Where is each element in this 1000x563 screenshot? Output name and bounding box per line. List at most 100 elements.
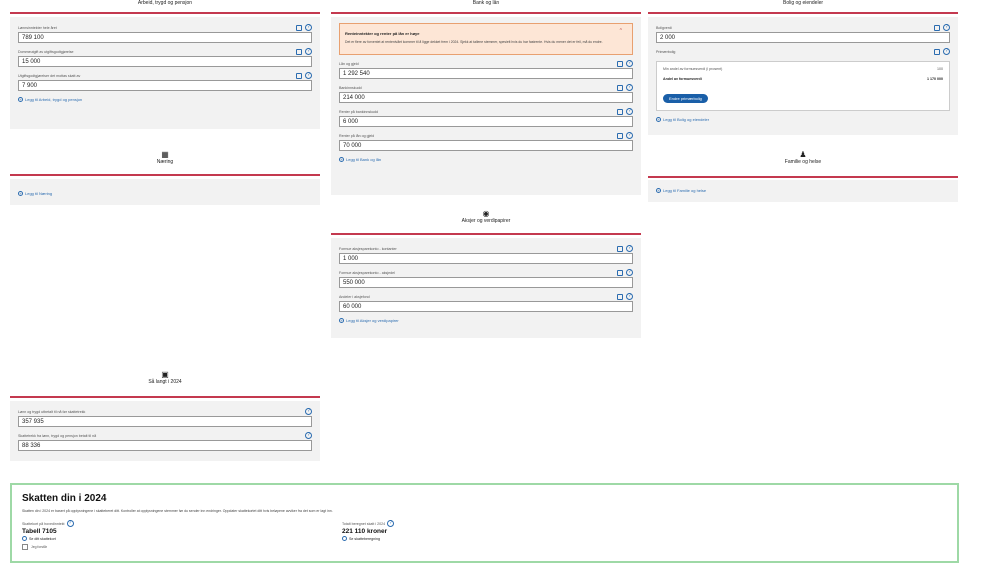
help-icon[interactable]: ?: [66, 520, 74, 527]
trash-icon[interactable]: [617, 108, 623, 115]
help-icon[interactable]: ?: [626, 293, 633, 300]
endre-primaerbolig-button[interactable]: Endre primærbolig: [663, 94, 708, 103]
help-icon[interactable]: ?: [387, 520, 395, 527]
bank-title: Bank og lån: [472, 0, 500, 6]
help-icon[interactable]: ?: [943, 48, 950, 55]
naering-panel: + Legg til Næring: [10, 179, 320, 205]
checkbox-label: Jeg forstår: [31, 545, 48, 549]
trash-icon[interactable]: [617, 269, 623, 276]
plus-icon: +: [656, 116, 661, 122]
help-icon[interactable]: ?: [626, 269, 633, 276]
arbeid-panel: Lønnsinntekter hele året ? 789 100 Domme…: [10, 17, 320, 129]
bank-section: Bank og lån Renteinntekter og renter på …: [331, 0, 641, 338]
se-skattekort-link[interactable]: Se ditt skattekort: [22, 536, 342, 541]
beregnet-value: 221 110 kroner: [342, 528, 388, 535]
ask-aksjedel-input[interactable]: 550 000: [339, 277, 633, 288]
aksjefond-input[interactable]: 60 000: [339, 301, 633, 312]
help-icon[interactable]: ?: [305, 432, 312, 439]
utgift-input[interactable]: 15 000: [18, 56, 312, 67]
help-icon[interactable]: ?: [626, 245, 633, 252]
help-icon[interactable]: ?: [626, 60, 633, 67]
bankinnskudd-input[interactable]: 214 000: [339, 92, 633, 103]
section-divider: [10, 12, 320, 14]
add-aksjer-link[interactable]: + Legg til Aksjer og verdipapirer: [339, 316, 633, 324]
aksjer-heading: ◉ Aksjer og verdipapirer: [331, 210, 641, 230]
arbeid-heading: Arbeid, trygd og pensjon: [10, 0, 320, 9]
lonnsinntekt-input[interactable]: 789 100: [18, 32, 312, 43]
help-icon[interactable]: ?: [305, 72, 312, 79]
trash-icon[interactable]: [296, 72, 302, 79]
checkbox-box[interactable]: [22, 544, 28, 550]
add-arbeid-link[interactable]: + Legg til Arbeid, trygd og pensjon: [18, 95, 312, 103]
add-label: Legg til Næring: [25, 190, 53, 196]
aksjer-title: Aksjer og verdipapirer: [461, 218, 511, 224]
ask-kontanter-input[interactable]: 1 000: [339, 253, 633, 264]
saa-langt-panel: Lønn og trygd utbetalt til nå før skatte…: [10, 401, 320, 461]
trash-icon[interactable]: [934, 24, 940, 31]
bank-heading: Bank og lån: [331, 0, 641, 9]
familie-heading: ♟ Familie og helse: [648, 151, 958, 173]
andel-formue-label: Andel av formuesverdi: [663, 77, 702, 81]
confirm-checkbox[interactable]: Jeg forstår: [22, 544, 342, 550]
field-label: Utgiftsgodtgjørelser det mottas skatt av: [18, 73, 81, 78]
section-divider: [648, 176, 958, 178]
andel-prosent-value: 100: [937, 67, 943, 71]
add-bolig-link[interactable]: + Legg til Bolig og eiendeler: [656, 115, 950, 123]
arbeid-title: Arbeid, trygd og pensjon: [137, 0, 193, 6]
trash-icon[interactable]: [617, 245, 623, 252]
trash-icon[interactable]: [296, 24, 302, 31]
add-label: Legg til Bolig og eiendeler: [663, 116, 710, 122]
bank-panel: Renteinntekter og renter på lån er høye …: [331, 17, 641, 195]
field-label: Renter på bankinnskudd: [339, 109, 378, 114]
renter-innskudd-input[interactable]: 6 000: [339, 116, 633, 127]
skatt-description: Skatten din i 2024 er basert på opplysni…: [22, 509, 333, 513]
trash-icon[interactable]: [617, 293, 623, 300]
lan-gjeld-input[interactable]: 1 292 540: [339, 68, 633, 79]
help-icon[interactable]: ?: [626, 132, 633, 139]
lonn-utbetalt-input[interactable]: 357 935: [18, 416, 312, 427]
boligverdi-input[interactable]: 2 000: [656, 32, 950, 43]
field-label: Lønnsinntekter hele året: [18, 25, 57, 30]
trash-icon[interactable]: [617, 132, 623, 139]
help-icon[interactable]: ?: [305, 24, 312, 31]
chevron-up-icon[interactable]: ^: [620, 28, 622, 34]
add-bank-link[interactable]: + Legg til Bank og lån: [339, 155, 633, 163]
help-icon[interactable]: ?: [305, 408, 312, 415]
help-icon[interactable]: ?: [305, 48, 312, 55]
trash-icon[interactable]: [296, 48, 302, 55]
add-familie-link[interactable]: + Legg til Familie og helse: [656, 186, 950, 194]
add-naering-link[interactable]: + Legg til Næring: [18, 189, 312, 197]
bolig-title: Bolig og eiendeler: [782, 0, 824, 6]
field-label: Lønn og trygd utbetalt til nå før skatte…: [18, 409, 86, 414]
skattekort-column: Skattekort på hovedinntekt? Tabell 7105 …: [22, 520, 342, 550]
building-icon: ▦: [161, 150, 169, 159]
plus-icon: +: [339, 156, 344, 162]
bolig-panel: Boligverdi ? 2 000 Primærbolig ? Min and…: [648, 17, 958, 135]
link-label: Se skatteberegning: [349, 536, 380, 541]
saa-langt-title: Så langt i 2024: [148, 379, 182, 385]
trash-icon[interactable]: [617, 84, 623, 91]
money-icon: ◉: [482, 209, 490, 218]
utgiftsgodtgjorelse-input[interactable]: 7 900: [18, 80, 312, 91]
familie-panel: + Legg til Familie og helse: [648, 180, 958, 202]
bolig-section: Bolig og eiendeler Boligverdi ? 2 000 Pr…: [648, 0, 958, 202]
renter-lan-input[interactable]: 70 000: [339, 140, 633, 151]
help-icon[interactable]: ?: [626, 108, 633, 115]
field-label: Bankinnskudd: [339, 85, 362, 90]
arbeid-field: Dommeutgift av utgiftsgodtgjørelse ? 15 …: [18, 47, 312, 67]
primaerbolig-label: Primærbolig: [656, 49, 676, 54]
trash-icon[interactable]: [617, 60, 623, 67]
plus-icon: +: [339, 317, 344, 323]
field-label: Renter på lån og gjeld: [339, 133, 375, 138]
field-label: Formue aksjesparekonto - aksjedel: [339, 270, 395, 275]
help-icon[interactable]: ?: [943, 24, 950, 31]
se-skatteberegning-link[interactable]: Se skatteberegning: [342, 536, 662, 541]
bolig-field: Boligverdi ? 2 000: [656, 23, 950, 43]
skatt-title: Skatten din i 2024: [22, 493, 107, 504]
naering-title: Næring: [156, 159, 174, 165]
trash-icon[interactable]: [934, 48, 940, 55]
skattetrekk-input[interactable]: 88 336: [18, 440, 312, 451]
aksjer-field: Andeler i aksjefond ? 60 000: [339, 292, 633, 312]
help-icon[interactable]: ?: [626, 84, 633, 91]
skattekort-value: Tabell 7105: [22, 528, 57, 535]
